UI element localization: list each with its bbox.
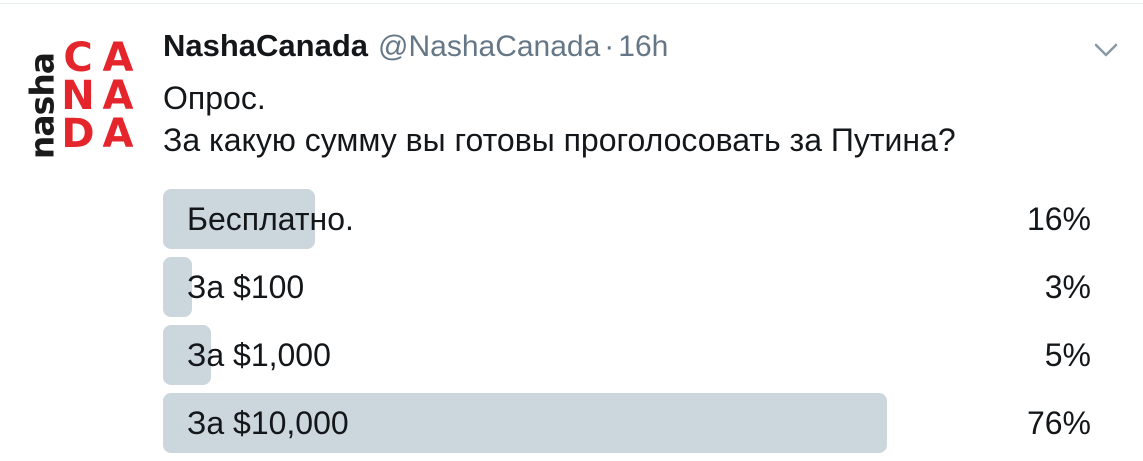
poll-option-percent: 76% <box>1026 405 1091 441</box>
user-handle[interactable]: @NashaCanada <box>378 30 600 64</box>
poll-option-label: За $1,000 <box>187 337 331 373</box>
poll-option-label: За $100 <box>187 269 305 305</box>
poll-option-percent: 5% <box>1044 337 1091 373</box>
avatar-logo-letters: C A N A D A <box>61 35 134 157</box>
separator-dot: · <box>604 30 615 63</box>
avatar[interactable]: nasha C A N A D A <box>22 35 138 159</box>
poll-option-label: За $10,000 <box>187 405 349 441</box>
poll-option-percent: 16% <box>1026 201 1091 237</box>
tweet-text-line: За какую сумму вы готовы проголосовать з… <box>163 122 956 158</box>
chevron-down-icon[interactable] <box>1092 40 1120 60</box>
avatar-logo-side-text: nasha <box>22 52 62 160</box>
tweet-text: Опрос. За какую сумму вы готовы проголос… <box>163 77 956 161</box>
timestamp[interactable]: 16h <box>618 30 668 64</box>
display-name[interactable]: NashaCanada <box>163 28 368 64</box>
poll-option[interactable]: За $10,000 76% <box>163 393 1093 453</box>
poll-option[interactable]: За $100 3% <box>163 257 1093 317</box>
poll-option[interactable]: Бесплатно. 16% <box>163 189 1093 249</box>
poll-option[interactable]: За $1,000 5% <box>163 325 1093 385</box>
tweet-header: NashaCanada @NashaCanada · 16h <box>163 28 668 68</box>
tweet-text-line: Опрос. <box>163 80 266 116</box>
tweet-card: nasha C A N A D A NashaCanada @NashaCana… <box>0 3 1143 461</box>
poll-option-label: Бесплатно. <box>187 201 354 237</box>
poll-option-percent: 3% <box>1044 269 1091 305</box>
poll: Бесплатно. 16% За $100 3% За $1,000 5% З… <box>163 189 1093 461</box>
